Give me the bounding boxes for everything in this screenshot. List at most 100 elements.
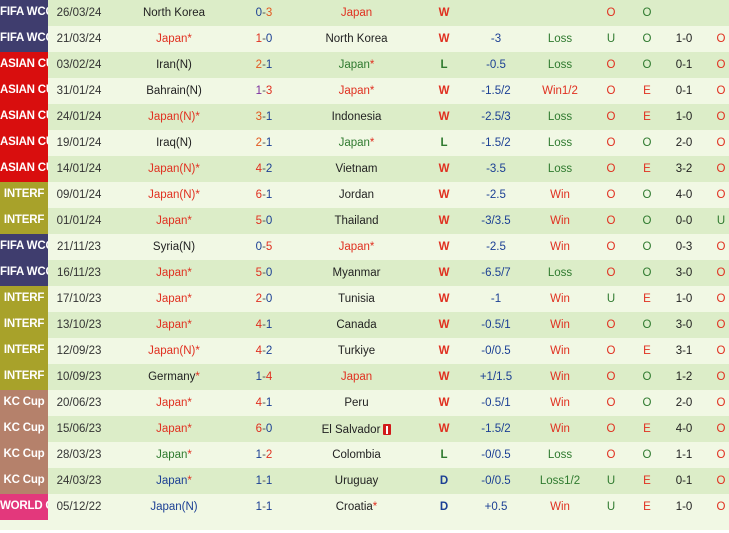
table-row[interactable]: ASIAN CUP14/01/24Japan(N)*4-2VietnamW-3.… [0, 156, 729, 182]
match-result: W [423, 364, 465, 390]
competition-badge[interactable]: ASIAN CUP [0, 104, 48, 130]
home-star-icon: * [187, 215, 191, 227]
home-team[interactable]: Japan* [110, 26, 238, 52]
away-team[interactable]: Japan [290, 364, 423, 390]
home-team[interactable]: Iraq(N) [110, 130, 238, 156]
away-team[interactable]: Jordan [290, 182, 423, 208]
away-team[interactable]: Peru [290, 390, 423, 416]
table-row[interactable]: INTERF12/09/23Japan(N)*4-2TurkiyeW-0/0.5… [0, 338, 729, 364]
away-team[interactable]: Canada [290, 312, 423, 338]
home-team[interactable]: Japan* [110, 208, 238, 234]
table-row[interactable]: KC Cup20/06/23Japan*4-1PeruW-0.5/1WinOO2… [0, 390, 729, 416]
competition-badge[interactable]: INTERF [0, 338, 48, 364]
over-under-1: O [593, 234, 629, 260]
away-team[interactable]: Tunisia [290, 286, 423, 312]
table-row[interactable]: INTERF09/01/24Japan(N)*6-1JordanW-2.5Win… [0, 182, 729, 208]
home-team[interactable]: Japan* [110, 468, 238, 494]
competition-badge[interactable]: ASIAN CUP [0, 156, 48, 182]
home-team[interactable]: Japan(N)* [110, 156, 238, 182]
competition-badge[interactable]: FIFA WCQL [0, 26, 48, 52]
home-team[interactable]: Japan* [110, 312, 238, 338]
home-team[interactable]: Syria(N) [110, 234, 238, 260]
away-team[interactable]: North Korea [290, 26, 423, 52]
competition-badge[interactable]: INTERF [0, 312, 48, 338]
competition-badge[interactable]: INTERF [0, 208, 48, 234]
table-row[interactable]: INTERF13/10/23Japan*4-1CanadaW-0.5/1WinO… [0, 312, 729, 338]
match-result: W [423, 260, 465, 286]
away-team[interactable]: Japan [290, 0, 423, 26]
home-team[interactable]: Japan(N) [110, 494, 238, 520]
over-under-1: O [593, 52, 629, 78]
home-team[interactable]: Japan(N)* [110, 104, 238, 130]
competition-badge[interactable]: WORLD CUP [0, 494, 48, 520]
away-team-name: Canada [336, 319, 376, 331]
competition-badge[interactable]: INTERF [0, 364, 48, 390]
score-away: 1 [266, 137, 272, 149]
home-team[interactable]: Japan(N)* [110, 182, 238, 208]
halftime-over-under: O [703, 442, 729, 468]
handicap-line: -0.5/1 [465, 312, 527, 338]
home-team[interactable]: Japan* [110, 286, 238, 312]
away-team[interactable]: El Salvador [290, 416, 423, 442]
handicap-result: Loss [527, 260, 593, 286]
away-team-name: Croatia [336, 501, 373, 513]
table-row[interactable]: INTERF17/10/23Japan*2-0TunisiaW-1WinUE1-… [0, 286, 729, 312]
away-team-name: Uruguay [335, 475, 378, 487]
final-score: 6-1 [238, 182, 290, 208]
home-team[interactable]: Germany* [110, 364, 238, 390]
match-result: W [423, 104, 465, 130]
away-team[interactable]: Vietnam [290, 156, 423, 182]
away-team[interactable]: Japan* [290, 78, 423, 104]
competition-badge[interactable]: ASIAN CUP [0, 52, 48, 78]
competition-badge[interactable]: KC Cup [0, 416, 48, 442]
home-team[interactable]: Bahrain(N) [110, 78, 238, 104]
home-team[interactable]: North Korea [110, 0, 238, 26]
home-team[interactable]: Japan* [110, 260, 238, 286]
table-row[interactable]: FIFA WCQL26/03/24North Korea0-3JapanWOO [0, 0, 729, 26]
home-team-name: Japan [156, 449, 187, 461]
competition-badge[interactable]: ASIAN CUP [0, 78, 48, 104]
away-team[interactable]: Indonesia [290, 104, 423, 130]
home-team[interactable]: Japan* [110, 390, 238, 416]
table-row[interactable]: ASIAN CUP24/01/24Japan(N)*3-1IndonesiaW-… [0, 104, 729, 130]
competition-badge[interactable]: FIFA WCQL [0, 0, 48, 26]
competition-badge[interactable]: INTERF [0, 182, 48, 208]
home-team[interactable]: Iran(N) [110, 52, 238, 78]
home-team[interactable]: Japan* [110, 416, 238, 442]
table-row[interactable]: FIFA WCQL16/11/23Japan*5-0MyanmarW-6.5/7… [0, 260, 729, 286]
table-row[interactable]: KC Cup15/06/23Japan*6-0El SalvadorW-1.5/… [0, 416, 729, 442]
table-row[interactable]: FIFA WCQL21/03/24Japan*1-0North KoreaW-3… [0, 26, 729, 52]
away-team[interactable]: Myanmar [290, 260, 423, 286]
competition-badge[interactable]: KC Cup [0, 442, 48, 468]
halftime-score: 3-1 [665, 338, 703, 364]
home-team[interactable]: Japan* [110, 442, 238, 468]
away-team[interactable]: Japan* [290, 234, 423, 260]
away-team[interactable]: Croatia* [290, 494, 423, 520]
away-team[interactable]: Thailand [290, 208, 423, 234]
away-team[interactable]: Japan* [290, 52, 423, 78]
over-under-2: O [629, 390, 665, 416]
competition-badge[interactable]: KC Cup [0, 390, 48, 416]
table-row[interactable]: KC Cup28/03/23Japan*1-2ColombiaL-0/0.5Lo… [0, 442, 729, 468]
away-team[interactable]: Colombia [290, 442, 423, 468]
away-team[interactable]: Japan* [290, 130, 423, 156]
table-row[interactable]: ASIAN CUP31/01/24Bahrain(N)1-3Japan*W-1.… [0, 78, 729, 104]
halftime-over-under: O [703, 182, 729, 208]
competition-badge[interactable]: INTERF [0, 286, 48, 312]
table-row[interactable]: INTERF10/09/23Germany*1-4JapanW+1/1.5Win… [0, 364, 729, 390]
halftime-over-under: O [703, 260, 729, 286]
away-team[interactable]: Uruguay [290, 468, 423, 494]
competition-badge[interactable]: FIFA WCQL [0, 260, 48, 286]
home-team[interactable]: Japan(N)* [110, 338, 238, 364]
table-row[interactable]: INTERF01/01/24Japan*5-0ThailandW-3/3.5Wi… [0, 208, 729, 234]
table-row[interactable]: WORLD CUP05/12/22Japan(N)1-1Croatia*D+0.… [0, 494, 729, 520]
table-row[interactable]: ASIAN CUP19/01/24Iraq(N)2-1Japan*L-1.5/2… [0, 130, 729, 156]
table-row[interactable]: KC Cup24/03/23Japan*1-1UruguayD-0/0.5Los… [0, 468, 729, 494]
table-row[interactable]: FIFA WCQL21/11/23Syria(N)0-5Japan*W-2.5W… [0, 234, 729, 260]
table-row[interactable]: ASIAN CUP03/02/24Iran(N)2-1Japan*L-0.5Lo… [0, 52, 729, 78]
competition-badge[interactable]: KC Cup [0, 468, 48, 494]
competition-badge[interactable]: ASIAN CUP [0, 130, 48, 156]
halftime-over-under: O [703, 338, 729, 364]
away-team[interactable]: Turkiye [290, 338, 423, 364]
competition-badge[interactable]: FIFA WCQL [0, 234, 48, 260]
